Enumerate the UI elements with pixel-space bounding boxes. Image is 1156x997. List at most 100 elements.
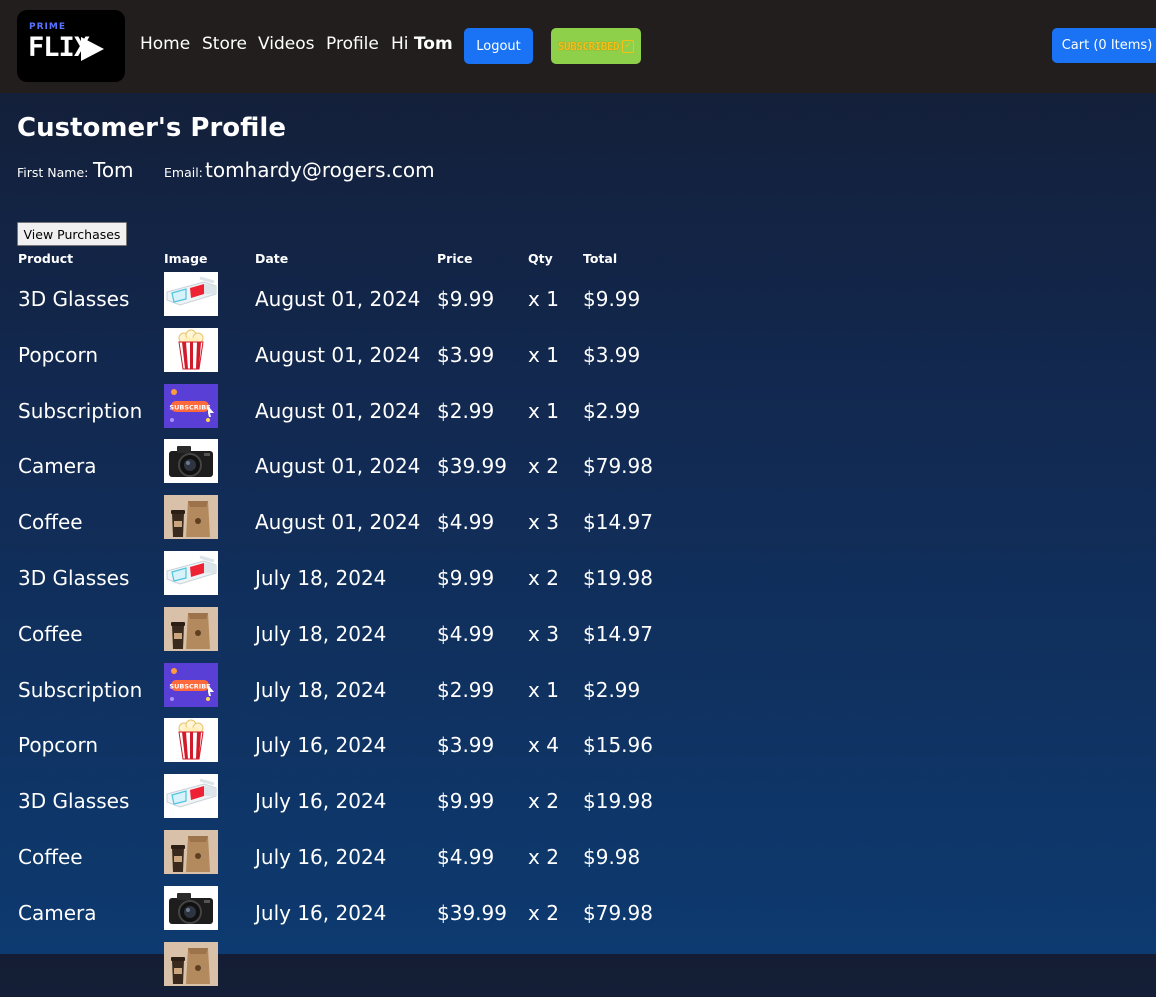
cell-qty: x 3 — [528, 510, 559, 535]
nav-link-profile[interactable]: Profile — [326, 34, 379, 54]
page-title: Customer's Profile — [17, 113, 286, 143]
cell-qty: x 2 — [528, 900, 559, 925]
cell-product: 3D Glasses — [18, 287, 130, 311]
cell-date: August 01, 2024 — [255, 342, 421, 367]
camera-thumbnail — [164, 439, 218, 484]
user-greeting: Hi Tom — [391, 34, 453, 54]
table-row: Popcorn August 01, 2024 $3.99 x 1 $3.99 — [0, 327, 700, 383]
cell-product: Camera — [18, 900, 97, 925]
cell-qty: x 4 — [528, 733, 559, 758]
cell-price: $9.99 — [437, 566, 495, 590]
nav-link-videos[interactable]: Videos — [258, 34, 315, 54]
cell-date: July 18, 2024 — [255, 566, 387, 590]
header-date: Date — [255, 251, 289, 266]
cell-product: Popcorn — [18, 733, 99, 758]
cell-qty: x 1 — [528, 398, 559, 423]
coffee-thumbnail — [164, 830, 218, 874]
cell-product: 3D Glasses — [18, 789, 130, 814]
table-row: Camera August 01, 2024 $39.99 x 2 $79.98 — [0, 438, 700, 494]
cell-price: $2.99 — [437, 677, 495, 702]
view-purchases-button[interactable]: View Purchases — [17, 222, 127, 246]
cell-date: August 01, 2024 — [255, 510, 421, 535]
coffee-thumbnail — [164, 495, 218, 540]
header-price: Price — [437, 251, 473, 266]
cell-product: Popcorn — [18, 342, 99, 367]
cell-price: $4.99 — [437, 621, 495, 646]
cell-price: $4.99 — [437, 510, 495, 535]
cell-total: $15.96 — [583, 733, 653, 758]
table-row: Coffee July 18, 2024 $4.99 x 3 $14.97 — [0, 606, 700, 662]
cell-price: $39.99 — [437, 454, 507, 479]
cell-qty: x 2 — [528, 789, 559, 814]
3d-glasses-thumbnail — [164, 272, 218, 316]
play-icon — [81, 37, 104, 61]
cell-total: $2.99 — [583, 677, 641, 702]
3d-glasses-thumbnail — [164, 774, 218, 819]
table-row — [0, 941, 700, 997]
cell-total: $19.98 — [583, 789, 653, 814]
cell-date: July 18, 2024 — [255, 621, 387, 646]
cell-total: $19.98 — [583, 566, 653, 590]
email-label: Email: — [164, 165, 203, 180]
table-row: Coffee July 16, 2024 $4.99 x 2 $9.98 — [0, 829, 700, 885]
table-row: Coffee August 01, 2024 $4.99 x 3 $14.97 — [0, 494, 700, 550]
table-row: 3D Glasses August 01, 2024 $9.99 x 1 $9.99 — [0, 271, 700, 327]
email-value: tomhardy@rogers.com — [205, 158, 435, 182]
cell-date: August 01, 2024 — [255, 398, 421, 423]
subscribed-label: SUBSCRIBED — [557, 39, 620, 53]
cell-qty: x 1 — [528, 287, 559, 311]
table-row: Camera July 16, 2024 $39.99 x 2 $79.98 — [0, 885, 700, 941]
table-row: Subscription July 18, 2024 $2.99 x 1 $2.99 S… — [0, 662, 700, 718]
cell-price: $4.99 — [437, 845, 495, 869]
header-product: Product — [18, 251, 74, 266]
user-name: Tom — [413, 34, 453, 54]
cell-price: $3.99 — [437, 733, 495, 758]
cell-product: Coffee — [18, 510, 83, 535]
popcorn-thumbnail — [164, 327, 218, 372]
cell-qty: x 2 — [528, 454, 559, 479]
cell-price: $2.99 — [437, 398, 495, 423]
subscribed-badge: SUBSCRIBED ✓ — [551, 28, 641, 64]
cell-product: Coffee — [18, 845, 83, 869]
cell-product: 3D Glasses — [18, 566, 130, 590]
cell-qty: x 2 — [528, 845, 559, 869]
first-name-label: First Name: — [17, 165, 89, 180]
cell-total: $79.98 — [583, 900, 653, 925]
cell-total: $2.99 — [583, 398, 641, 423]
cell-date: July 16, 2024 — [255, 845, 387, 869]
cell-date: July 18, 2024 — [255, 677, 387, 702]
brand-logo[interactable]: PRIME FLIX — [17, 10, 125, 82]
nav-link-home[interactable]: Home — [140, 34, 190, 54]
cell-qty: x 3 — [528, 621, 559, 646]
first-name-value: Tom — [93, 158, 134, 182]
navbar: PRIME FLIX Home Store Videos Profile Hi … — [0, 0, 1156, 93]
cell-qty: x 1 — [528, 677, 559, 702]
cell-total: $3.99 — [583, 342, 641, 367]
cell-total: $14.97 — [583, 621, 653, 646]
cell-qty: x 2 — [528, 566, 559, 590]
cell-date: August 01, 2024 — [255, 454, 421, 479]
subscription-thumbnail: SUBSCRIBE — [164, 662, 218, 707]
table-row: Popcorn July 16, 2024 $3.99 x 4 $15.96 — [0, 717, 700, 773]
table-row: 3D Glasses July 18, 2024 $9.99 x 2 $19.98 — [0, 550, 700, 606]
logo-prime-text: PRIME — [29, 22, 66, 32]
nav-link-store[interactable]: Store — [202, 34, 247, 54]
header-total: Total — [583, 251, 618, 266]
cell-date: August 01, 2024 — [255, 287, 421, 311]
cell-total: $79.98 — [583, 454, 653, 479]
cell-price: $9.99 — [437, 287, 495, 311]
checkmark-icon: ✓ — [622, 39, 635, 53]
svg-text:SUBSCRIBE: SUBSCRIBE — [169, 403, 210, 411]
cell-price: $39.99 — [437, 900, 507, 925]
popcorn-thumbnail — [164, 718, 218, 763]
cart-button[interactable]: Cart (0 Items) — [1052, 28, 1156, 63]
table-row: 3D Glasses July 16, 2024 $9.99 x 2 $19.98 — [0, 773, 700, 829]
header-qty: Qty — [528, 251, 553, 266]
subscription-thumbnail: SUBSCRIBE — [164, 383, 218, 428]
svg-text:SUBSCRIBE: SUBSCRIBE — [169, 682, 210, 690]
cell-date: July 16, 2024 — [255, 900, 387, 925]
cell-product: Subscription — [18, 398, 143, 423]
logout-button[interactable]: Logout — [464, 28, 533, 64]
cell-date: July 16, 2024 — [255, 789, 387, 814]
cell-total: $9.99 — [583, 287, 641, 311]
